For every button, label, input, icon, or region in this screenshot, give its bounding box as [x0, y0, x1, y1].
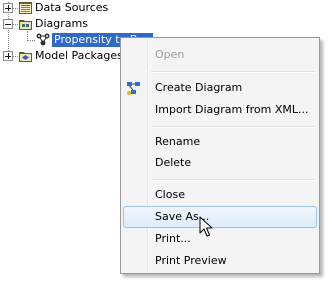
model-packages-icon [19, 52, 32, 62]
menu-item-label: Delete [155, 156, 192, 169]
expand-toggle-data-sources[interactable] [3, 3, 13, 13]
create-diagram-icon [127, 82, 140, 95]
tree-item-data-sources[interactable]: Data Sources [35, 1, 108, 15]
menu-separator [151, 71, 315, 73]
tree-item-diagrams[interactable]: Diagrams [35, 17, 88, 31]
diagram-icon [36, 33, 50, 46]
menu-item-print-preview[interactable]: Print Preview [123, 250, 317, 272]
menu-separator [151, 179, 315, 181]
tree-item-model-packages[interactable]: Model Packages [35, 49, 123, 63]
context-menu: Open Create Diagram Import Diagram from … [120, 37, 320, 274]
data-sources-icon [19, 2, 32, 14]
menu-item-rename[interactable]: Rename [123, 131, 317, 153]
menu-item-label: Open [155, 48, 185, 61]
menu-separator [151, 126, 315, 128]
menu-item-save-as[interactable]: Save As... [123, 206, 317, 228]
expand-toggle-model-packages[interactable] [3, 51, 13, 61]
menu-item-close[interactable]: Close [123, 184, 317, 206]
menu-item-delete[interactable]: Delete [123, 152, 317, 174]
menu-item-label: Import Diagram from XML... [155, 103, 309, 116]
menu-item-label: Print... [155, 232, 191, 245]
diagrams-folder-icon [19, 20, 32, 30]
menu-item-import-diagram-from-xml[interactable]: Import Diagram from XML... [123, 99, 317, 121]
menu-item-label: Create Diagram [155, 81, 243, 94]
mouse-pointer-icon [199, 216, 213, 237]
menu-item-create-diagram[interactable]: Create Diagram [123, 77, 317, 99]
tree-line [27, 40, 35, 41]
menu-item-print[interactable]: Print... [123, 228, 317, 250]
menu-item-label: Print Preview [155, 254, 227, 267]
collapse-toggle-diagrams[interactable] [3, 19, 13, 29]
menu-item-open[interactable]: Open [123, 44, 317, 66]
menu-item-label: Close [155, 188, 185, 201]
menu-item-label: Rename [155, 135, 201, 148]
